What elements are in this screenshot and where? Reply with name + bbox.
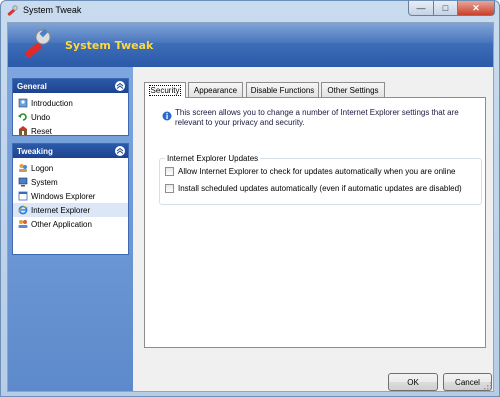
main-content: Security Appearance Disable Functions Ot… bbox=[133, 67, 493, 391]
info-icon bbox=[162, 111, 172, 121]
wrench-logo-icon bbox=[25, 28, 51, 58]
tab-label: Disable Functions bbox=[250, 86, 315, 95]
maximize-button[interactable]: □ bbox=[433, 1, 458, 16]
sidebar-item-label: Introduction bbox=[31, 98, 73, 108]
resize-grip-icon[interactable] bbox=[483, 381, 492, 390]
ok-button[interactable]: OK bbox=[388, 373, 438, 391]
sidebar-item-internet-explorer[interactable]: Internet Explorer bbox=[13, 203, 128, 217]
sidebar-item-label: Windows Explorer bbox=[31, 191, 96, 201]
window-icon bbox=[18, 191, 28, 201]
group-header-general[interactable]: General bbox=[13, 79, 128, 93]
tab-label: Security bbox=[148, 85, 182, 96]
tab-label: Appearance bbox=[193, 86, 238, 95]
tab-panel-security: This screen allows you to change a numbe… bbox=[144, 97, 486, 348]
sidebar: General Introduction Undo Reset Tweaking… bbox=[8, 67, 133, 391]
sidebar-item-logon[interactable]: Logon bbox=[13, 161, 128, 175]
undo-icon bbox=[18, 113, 27, 121]
group-title: General bbox=[17, 82, 47, 91]
groupbox-title: Internet Explorer Updates bbox=[165, 154, 261, 163]
monitor-icon bbox=[18, 177, 28, 187]
updates-groupbox: Internet Explorer Updates Allow Internet… bbox=[159, 154, 482, 205]
sidebar-item-system[interactable]: System bbox=[13, 175, 128, 189]
group-title: Tweaking bbox=[17, 147, 53, 156]
sidebar-group-tweaking: Tweaking Logon System Windows Explorer I… bbox=[12, 143, 129, 255]
option-label: Install scheduled updates automatically … bbox=[178, 184, 462, 193]
chevron-up-icon[interactable] bbox=[115, 146, 125, 156]
title-bar[interactable]: System Tweak — □ ✕ bbox=[1, 1, 499, 21]
tab-appearance[interactable]: Appearance bbox=[188, 82, 243, 97]
info-text: This screen allows you to change a numbe… bbox=[175, 108, 459, 127]
sidebar-item-reset[interactable]: Reset bbox=[13, 124, 128, 138]
sidebar-item-other-application[interactable]: Other Application bbox=[13, 217, 128, 231]
sidebar-group-general: General Introduction Undo Reset bbox=[12, 78, 129, 136]
auto-check-updates-option[interactable]: Allow Internet Explorer to check for upd… bbox=[165, 167, 455, 176]
header-banner: System Tweak bbox=[8, 23, 493, 67]
sidebar-item-undo[interactable]: Undo bbox=[13, 110, 128, 124]
app-window: System Tweak — □ ✕ System Tweak General bbox=[0, 0, 500, 397]
group-header-tweaking[interactable]: Tweaking bbox=[13, 144, 128, 158]
sidebar-item-label: Logon bbox=[31, 163, 54, 173]
reset-icon bbox=[19, 126, 27, 135]
close-button[interactable]: ✕ bbox=[457, 1, 495, 16]
tab-label: Other Settings bbox=[327, 86, 379, 95]
users-icon bbox=[19, 164, 27, 172]
banner-title: System Tweak bbox=[65, 39, 154, 52]
window-title: System Tweak bbox=[23, 5, 82, 15]
sidebar-item-windows-explorer[interactable]: Windows Explorer bbox=[13, 189, 128, 203]
tab-other-settings[interactable]: Other Settings bbox=[321, 82, 385, 97]
sidebar-item-label: Reset bbox=[31, 126, 52, 136]
ie-icon bbox=[18, 205, 28, 215]
chevron-up-icon[interactable] bbox=[115, 81, 125, 91]
wrench-app-icon bbox=[7, 5, 18, 16]
minimize-button[interactable]: — bbox=[408, 1, 434, 16]
sidebar-item-introduction[interactable]: Introduction bbox=[13, 96, 128, 110]
tab-disable-functions[interactable]: Disable Functions bbox=[246, 82, 319, 97]
tab-security[interactable]: Security bbox=[144, 82, 186, 98]
client-area: System Tweak General Introduction Undo R… bbox=[7, 22, 494, 392]
install-scheduled-updates-checkbox[interactable] bbox=[165, 184, 174, 193]
option-label: Allow Internet Explorer to check for upd… bbox=[178, 167, 456, 176]
sidebar-item-label: Other Application bbox=[31, 219, 92, 229]
auto-check-updates-checkbox[interactable] bbox=[165, 167, 174, 176]
install-scheduled-updates-option[interactable]: Install scheduled updates automatically … bbox=[165, 184, 462, 193]
introduction-icon bbox=[18, 98, 28, 108]
sidebar-item-label: Internet Explorer bbox=[31, 205, 91, 215]
people-icon bbox=[18, 220, 28, 228]
sidebar-item-label: Undo bbox=[31, 112, 51, 122]
sidebar-item-label: System bbox=[31, 177, 58, 187]
